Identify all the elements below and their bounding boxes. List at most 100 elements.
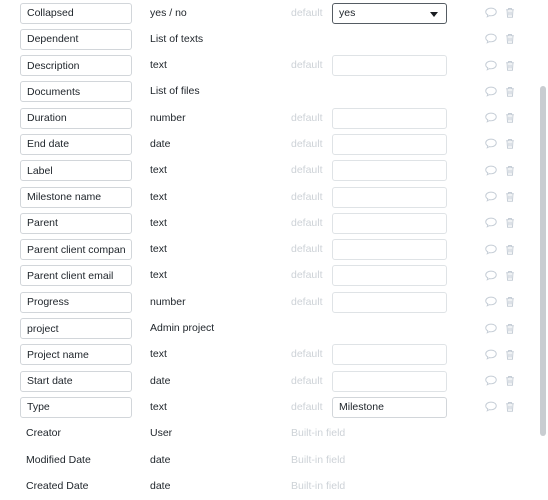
field-type-label: text (150, 190, 167, 203)
trash-icon[interactable] (503, 6, 517, 20)
comment-icon[interactable] (484, 374, 498, 388)
vertical-scrollbar[interactable] (539, 0, 548, 500)
comment-icon[interactable] (484, 59, 498, 73)
field-name-input[interactable] (20, 28, 132, 50)
comment-icon[interactable] (484, 32, 498, 46)
field-type-label: number (150, 111, 186, 124)
default-value-input[interactable] (332, 186, 447, 208)
trash-icon[interactable] (503, 85, 517, 99)
field-name-input[interactable] (20, 160, 132, 182)
field-row: Created Date date Built-in field (0, 473, 548, 499)
field-name-input[interactable] (20, 186, 132, 208)
trash-icon[interactable] (503, 295, 517, 309)
comment-icon[interactable] (484, 400, 498, 414)
field-name-label: Creator (26, 427, 62, 440)
field-row: text default (0, 342, 548, 368)
field-name-input[interactable] (20, 396, 132, 418)
field-row: text default (0, 184, 548, 210)
trash-icon[interactable] (503, 59, 517, 73)
field-type-label: Admin project (150, 322, 215, 335)
field-type-label: date (150, 137, 171, 150)
field-type-label: List of files (150, 85, 200, 98)
default-label: default (291, 269, 323, 282)
field-type-label: text (150, 348, 167, 361)
field-name-label: Modified Date (26, 453, 91, 466)
default-value-input[interactable] (332, 55, 447, 77)
field-name-input[interactable] (20, 55, 132, 77)
field-name-input[interactable] (20, 265, 132, 287)
comment-icon[interactable] (484, 85, 498, 99)
field-name-input[interactable] (20, 81, 132, 103)
trash-icon[interactable] (503, 348, 517, 362)
field-name-input[interactable] (20, 344, 132, 366)
field-row: text default (0, 158, 548, 184)
builtin-field-label: Built-in field (291, 479, 346, 492)
default-label: default (291, 348, 323, 361)
field-name-input[interactable] (20, 133, 132, 155)
trash-icon[interactable] (503, 243, 517, 257)
builtin-field-label: Built-in field (291, 453, 346, 466)
default-value-input[interactable] (332, 291, 447, 313)
field-name-input[interactable] (20, 107, 132, 129)
field-type-label: date (150, 453, 171, 466)
scrollbar-thumb[interactable] (540, 86, 546, 436)
trash-icon[interactable] (503, 374, 517, 388)
comment-icon[interactable] (484, 348, 498, 362)
field-type-label: text (150, 59, 167, 72)
default-label: default (291, 6, 323, 19)
default-value-input[interactable] (332, 265, 447, 287)
default-value-input[interactable] (332, 160, 447, 182)
field-name-input[interactable] (20, 370, 132, 392)
default-value-input[interactable] (332, 212, 447, 234)
default-value-input[interactable] (332, 133, 447, 155)
comment-icon[interactable] (484, 216, 498, 230)
comment-icon[interactable] (484, 269, 498, 283)
trash-icon[interactable] (503, 32, 517, 46)
field-type-label: text (150, 164, 167, 177)
comment-icon[interactable] (484, 6, 498, 20)
trash-icon[interactable] (503, 400, 517, 414)
field-row: text default (0, 263, 548, 289)
comment-icon[interactable] (484, 243, 498, 257)
comment-icon[interactable] (484, 322, 498, 336)
chevron-down-icon (430, 11, 438, 17)
field-name-input[interactable] (20, 239, 132, 261)
trash-icon[interactable] (503, 216, 517, 230)
default-value-select[interactable]: yes (332, 2, 447, 24)
field-row: Admin project (0, 316, 548, 342)
comment-icon[interactable] (484, 137, 498, 151)
default-label: default (291, 400, 323, 413)
default-label: default (291, 243, 323, 256)
field-name-input[interactable] (20, 291, 132, 313)
comment-icon[interactable] (484, 164, 498, 178)
trash-icon[interactable] (503, 269, 517, 283)
field-row: Modified Date date Built-in field (0, 447, 548, 473)
field-row: List of texts (0, 26, 548, 52)
field-type-label: yes / no (150, 6, 187, 19)
default-value-input[interactable] (332, 344, 447, 366)
field-row: Creator User Built-in field (0, 421, 548, 447)
comment-icon[interactable] (484, 295, 498, 309)
default-label: default (291, 164, 323, 177)
default-value-input[interactable] (332, 396, 447, 418)
trash-icon[interactable] (503, 111, 517, 125)
default-value-input[interactable] (332, 239, 447, 261)
default-label: default (291, 137, 323, 150)
field-row: text default (0, 394, 548, 420)
field-row: number default (0, 105, 548, 131)
default-value-input[interactable] (332, 107, 447, 129)
field-type-label: number (150, 295, 186, 308)
field-row: date default (0, 368, 548, 394)
trash-icon[interactable] (503, 164, 517, 178)
field-row: date default (0, 131, 548, 157)
trash-icon[interactable] (503, 137, 517, 151)
comment-icon[interactable] (484, 190, 498, 204)
field-name-input[interactable] (20, 2, 132, 24)
trash-icon[interactable] (503, 322, 517, 336)
trash-icon[interactable] (503, 190, 517, 204)
comment-icon[interactable] (484, 111, 498, 125)
default-label: default (291, 295, 323, 308)
field-name-input[interactable] (20, 318, 132, 340)
default-value-input[interactable] (332, 370, 447, 392)
field-name-input[interactable] (20, 212, 132, 234)
